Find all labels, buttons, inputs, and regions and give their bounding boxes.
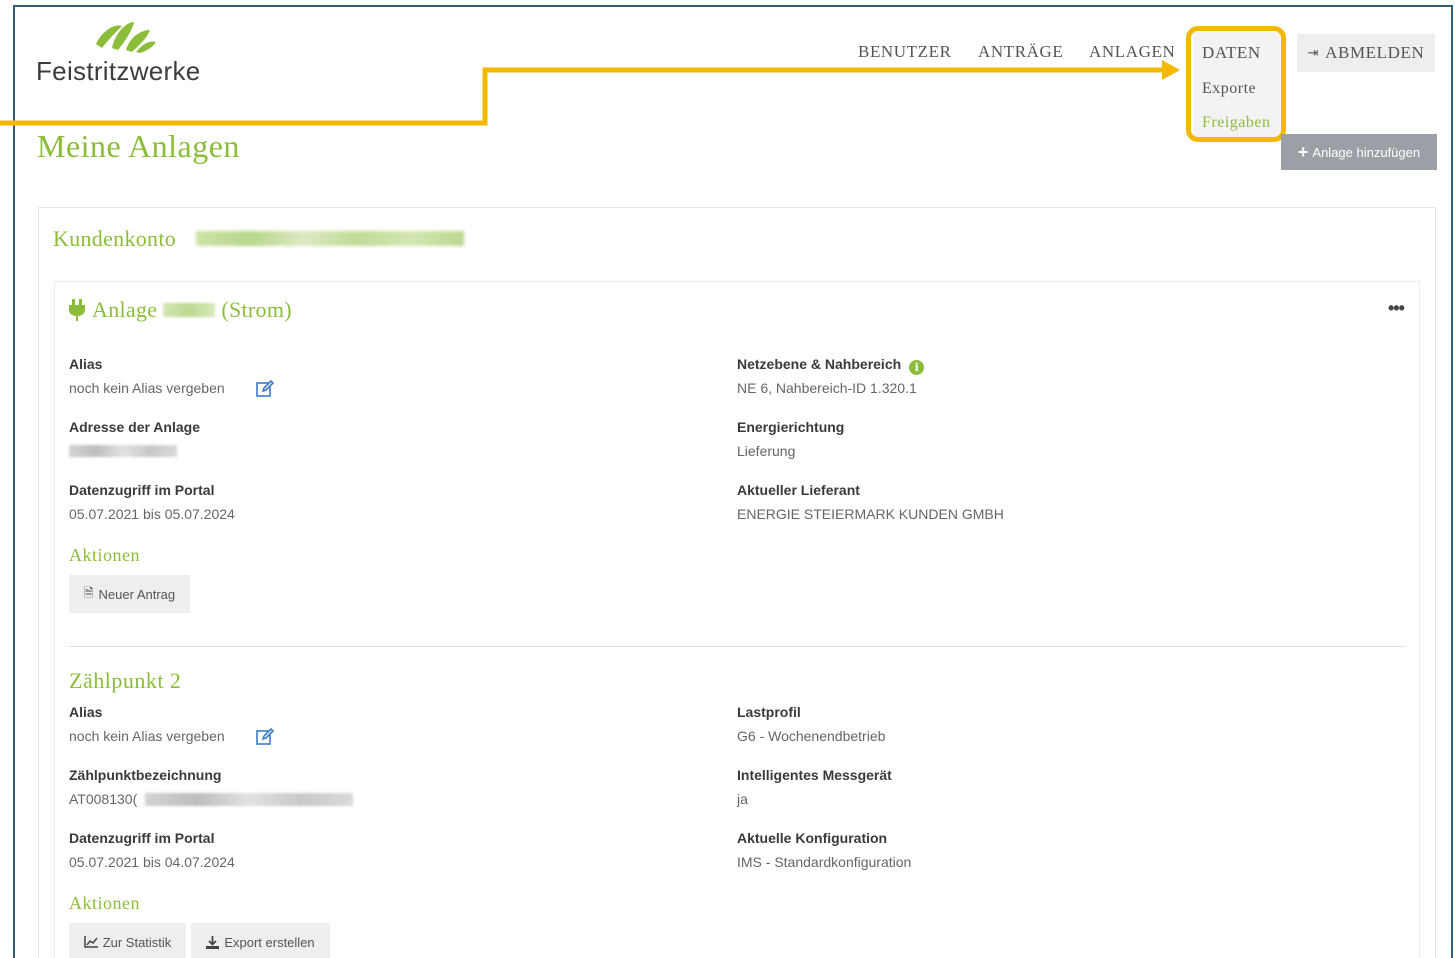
- address-label: Adresse der Anlage: [69, 419, 200, 435]
- anlage-prefix: Anlage: [92, 297, 158, 322]
- brand-logo[interactable]: Feistritzwerke: [36, 18, 226, 88]
- section-divider: [69, 646, 1405, 647]
- create-export-button[interactable]: Export erstellen: [191, 923, 330, 958]
- redacted-anlage-id: [163, 303, 216, 317]
- logo-leaf-icon: [96, 22, 156, 53]
- statistics-label: Zur Statistik: [102, 934, 172, 950]
- file-icon: 🗎: [83, 585, 94, 600]
- brand-name: Feistritzwerke: [36, 56, 201, 86]
- daten-dropdown-menu: DATEN Exporte Freigaben: [1193, 32, 1280, 138]
- anlage-suffix: (Strom): [221, 297, 292, 322]
- load-profile-label: Lastprofil: [737, 704, 801, 720]
- anlage-actions-heading: Aktionen: [69, 545, 140, 565]
- netzebene-label-text: Netzebene & Nahbereich: [737, 356, 902, 372]
- zaehlpunkt-heading: Zählpunkt 2: [69, 668, 182, 693]
- supplier-label: Aktueller Lieferant: [737, 482, 860, 498]
- page-title: Meine Anlagen: [37, 128, 240, 164]
- smart-meter-label: Intelligentes Messgerät: [737, 767, 892, 783]
- nav-antraege[interactable]: ANTRÄGE: [978, 42, 1063, 62]
- zp-designation-value: AT008130(: [69, 791, 138, 807]
- edit-icon[interactable]: [256, 728, 274, 746]
- add-anlage-label: Anlage hinzufügen: [1312, 144, 1421, 160]
- netzebene-label: Netzebene & Nahbereich i: [737, 356, 925, 375]
- nav-anlagen[interactable]: ANLAGEN: [1089, 42, 1175, 62]
- netzebene-value: NE 6, Nahbereich-ID 1.320.1: [737, 380, 917, 396]
- logout-label: ABMELDEN: [1325, 43, 1425, 62]
- download-icon: [206, 935, 220, 949]
- logout-button[interactable]: ⇥ ABMELDEN: [1297, 34, 1435, 72]
- redacted-zaehlpunkt-id: [145, 793, 353, 806]
- add-anlage-button[interactable]: + Anlage hinzufügen: [1281, 134, 1437, 170]
- redacted-address: [69, 445, 177, 457]
- smart-meter-value: ja: [737, 791, 748, 807]
- access-label: Datenzugriff im Portal: [69, 482, 215, 498]
- create-export-label: Export erstellen: [224, 934, 315, 950]
- zp-access-value: 05.07.2021 bis 04.07.2024: [69, 854, 235, 870]
- configuration-value: IMS - Standardkonfiguration: [737, 854, 912, 870]
- more-options-icon[interactable]: •••: [1388, 298, 1405, 319]
- nav-benutzer[interactable]: BENUTZER: [858, 42, 952, 62]
- energy-direction-value: Lieferung: [737, 443, 796, 459]
- configuration-label: Aktuelle Konfiguration: [737, 830, 888, 846]
- sign-out-icon: ⇥: [1307, 45, 1320, 61]
- plus-icon: +: [1297, 142, 1309, 162]
- customer-account-heading: Kundenkonto: [53, 226, 177, 251]
- edit-icon[interactable]: [256, 380, 274, 398]
- anlage-heading: Anlage (Strom): [68, 297, 292, 323]
- nav-daten[interactable]: DATEN: [1202, 43, 1261, 63]
- new-request-label: Neuer Antrag: [98, 586, 176, 602]
- menu-item-exporte[interactable]: Exporte: [1202, 80, 1256, 98]
- alias-value: noch kein Alias vergeben: [69, 380, 225, 396]
- alias-label: Alias: [69, 356, 103, 372]
- access-value: 05.07.2021 bis 05.07.2024: [69, 506, 235, 522]
- zp-alias-label: Alias: [69, 704, 103, 720]
- energy-direction-label: Energierichtung: [737, 419, 845, 435]
- info-icon[interactable]: i: [909, 360, 925, 375]
- zp-actions-heading: Aktionen: [69, 893, 140, 913]
- supplier-value: ENERGIE STEIERMARK KUNDEN GMBH: [737, 506, 1004, 522]
- zp-access-label: Datenzugriff im Portal: [69, 830, 215, 846]
- plug-icon: [69, 299, 85, 321]
- new-request-button[interactable]: 🗎 Neuer Antrag: [69, 575, 190, 613]
- load-profile-value: G6 - Wochenendbetrieb: [737, 728, 886, 744]
- line-chart-icon: [83, 936, 98, 948]
- zp-designation-label: Zählpunktbezeichnung: [69, 767, 222, 783]
- zp-alias-value: noch kein Alias vergeben: [69, 728, 225, 744]
- menu-item-freigaben[interactable]: Freigaben: [1202, 114, 1270, 132]
- statistics-button[interactable]: Zur Statistik: [69, 923, 186, 958]
- redacted-account-number: [196, 231, 464, 246]
